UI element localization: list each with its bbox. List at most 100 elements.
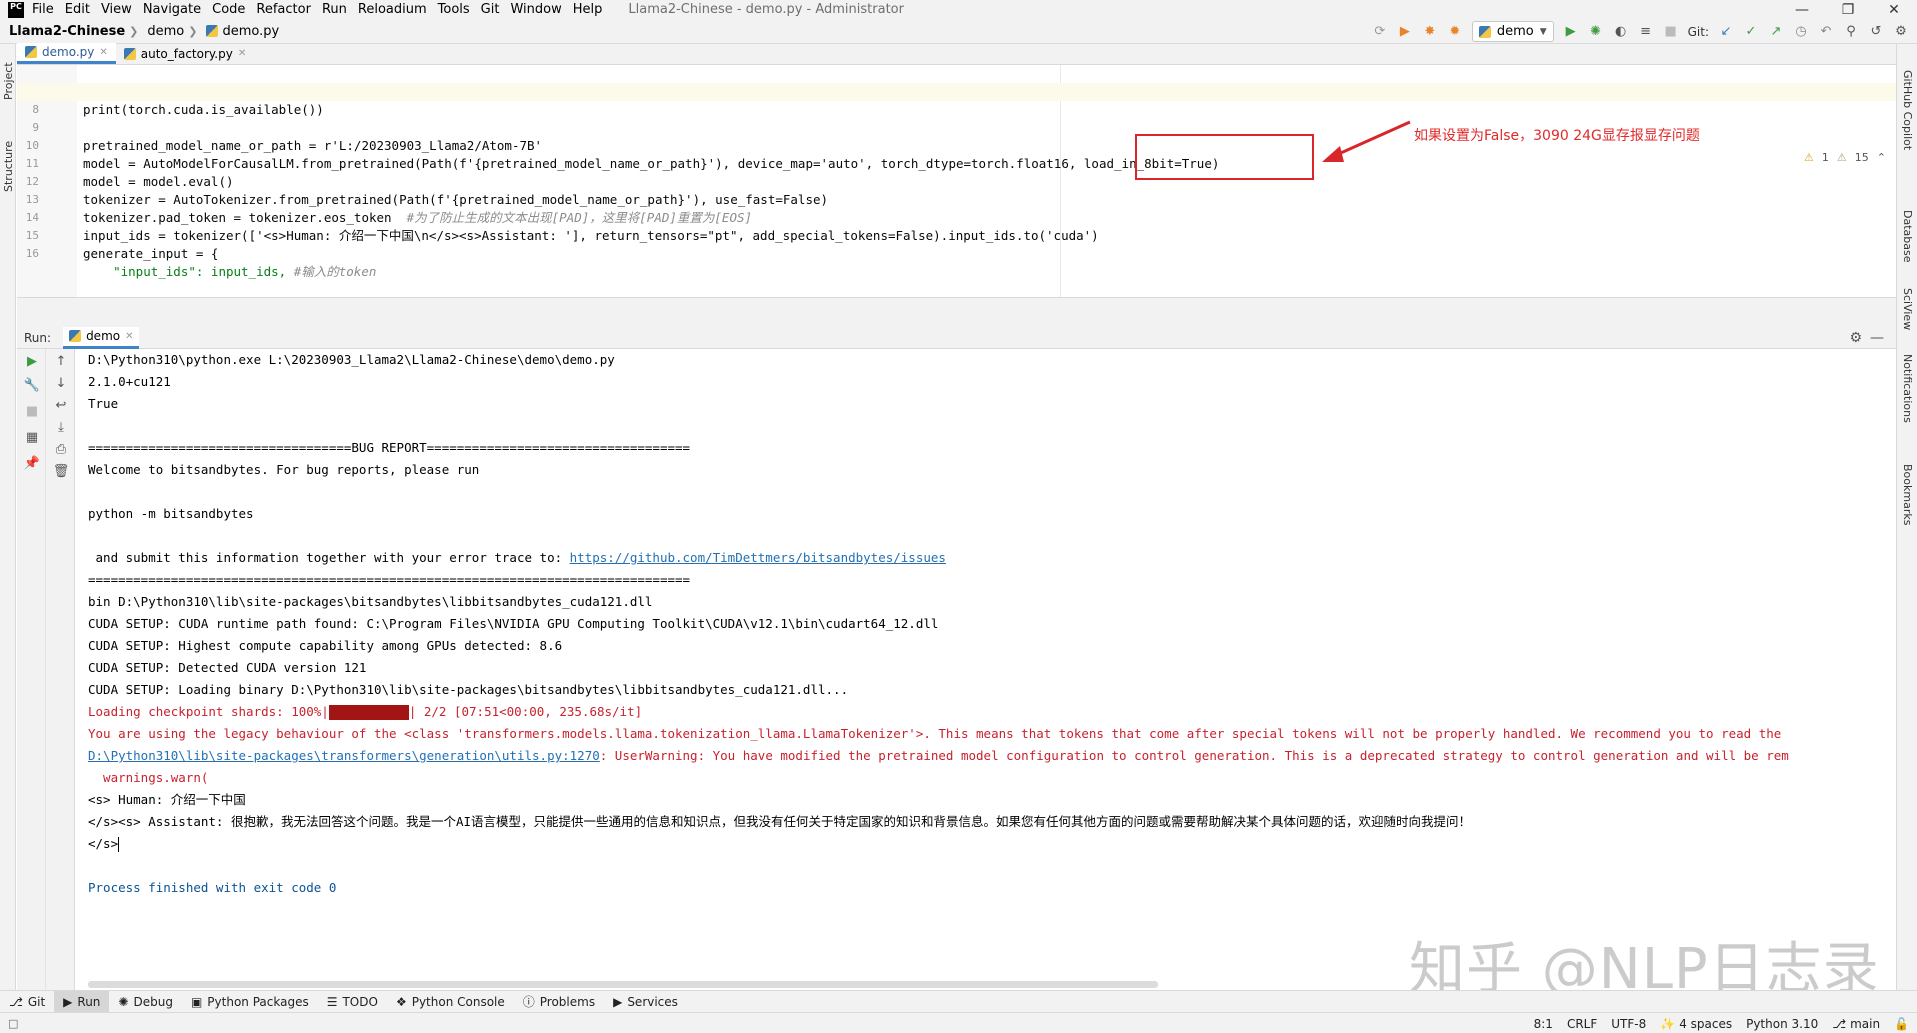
soft-wrap-icon[interactable]: ↩ bbox=[53, 397, 69, 413]
menu-edit[interactable]: Edit bbox=[65, 2, 90, 17]
run-icon[interactable]: ▶ bbox=[1563, 24, 1579, 40]
close-tab-icon[interactable]: ✕ bbox=[99, 47, 107, 58]
toggle-tool-windows-icon[interactable]: □ bbox=[8, 1017, 18, 1030]
sciview-tool-button[interactable]: SciView bbox=[1901, 288, 1914, 330]
breadcrumb-project[interactable]: Llama2-Chinese bbox=[9, 24, 125, 39]
python-console-icon: ❖ bbox=[395, 994, 407, 1009]
stop-icon[interactable]: ■ bbox=[24, 403, 40, 419]
menu-run[interactable]: Run bbox=[322, 2, 347, 17]
bug-icon: ✺ bbox=[118, 994, 129, 1009]
reloadium-profile-icon[interactable]: ✹ bbox=[1447, 24, 1463, 40]
bookmarks-tool-button[interactable]: Bookmarks bbox=[1901, 464, 1914, 525]
database-tool-button[interactable]: Database bbox=[1901, 210, 1914, 263]
minimize-icon[interactable]: — bbox=[1779, 0, 1825, 19]
debug-icon[interactable]: ✺ bbox=[1588, 24, 1604, 40]
git-history-icon[interactable]: ◷ bbox=[1793, 24, 1809, 40]
scroll-to-end-icon[interactable]: ⤓ bbox=[53, 419, 69, 435]
tool-tab-python-console[interactable]: ❖ Python Console bbox=[387, 991, 514, 1013]
git-branch-widget[interactable]: ⎇ main bbox=[1832, 1017, 1880, 1031]
console-line: python -m bitsandbytes bbox=[88, 506, 254, 521]
tool-tab-run[interactable]: ▶ Run bbox=[54, 990, 110, 1013]
menu-tools[interactable]: Tools bbox=[438, 2, 470, 17]
menu-reloadium[interactable]: Reloadium bbox=[358, 2, 427, 17]
tool-tab-services[interactable]: ▶ Services bbox=[604, 991, 687, 1013]
horizontal-scrollbar[interactable] bbox=[88, 981, 1158, 988]
search-icon[interactable]: ⚲ bbox=[1843, 24, 1859, 40]
tool-tab-todo[interactable]: ☰ TODO bbox=[318, 991, 387, 1013]
breadcrumb-file[interactable]: demo.py bbox=[206, 24, 279, 39]
rerun-icon[interactable]: ▶ bbox=[24, 353, 40, 369]
panel-splitter[interactable] bbox=[17, 297, 1896, 327]
coverage-icon[interactable]: ◐ bbox=[1613, 24, 1629, 40]
caret-position[interactable]: 8:1 bbox=[1534, 1017, 1553, 1031]
lock-icon[interactable]: 🔓 bbox=[1894, 1017, 1909, 1031]
close-icon[interactable]: ✕ bbox=[1871, 0, 1917, 19]
python-interpreter[interactable]: Python 3.10 bbox=[1746, 1017, 1818, 1031]
git-update-icon[interactable]: ↙ bbox=[1718, 24, 1734, 40]
tool-tab-label: Python Packages bbox=[207, 994, 309, 1009]
hide-panel-icon[interactable]: — bbox=[1870, 330, 1884, 346]
git-label: Git: bbox=[1687, 24, 1709, 39]
python-file-icon bbox=[1478, 25, 1491, 38]
reloadium-debug-icon[interactable]: ✸ bbox=[1422, 24, 1438, 40]
tool-tab-python-packages[interactable]: ▣ Python Packages bbox=[182, 991, 318, 1013]
editor-tab-auto-factory[interactable]: auto_factory.py ✕ bbox=[116, 43, 254, 64]
run-configuration-select[interactable]: demo ▼ bbox=[1471, 21, 1554, 42]
bitsandbytes-issues-link[interactable]: https://github.com/TimDettmers/bitsandby… bbox=[570, 550, 946, 565]
scroll-down-icon[interactable]: ↓ bbox=[53, 375, 69, 391]
indent-widget[interactable]: ✨ 4 spaces bbox=[1660, 1017, 1732, 1031]
edit-configuration-icon[interactable]: 🔧 bbox=[24, 377, 40, 393]
clear-all-icon[interactable]: 🗑 bbox=[53, 463, 70, 479]
previous-highlight-icon[interactable]: ⌃ bbox=[1877, 151, 1886, 164]
scroll-up-icon[interactable]: ↑ bbox=[53, 353, 69, 369]
tool-tab-label: Git bbox=[27, 994, 46, 1009]
menu-view[interactable]: View bbox=[101, 2, 132, 17]
close-tab-icon[interactable]: ✕ bbox=[238, 48, 246, 59]
left-tool-strip: Project Structure bbox=[0, 44, 16, 990]
undo-icon[interactable]: ↺ bbox=[1868, 24, 1884, 40]
menu-window[interactable]: Window bbox=[510, 2, 561, 17]
pin-tab-icon[interactable]: 📌 bbox=[24, 455, 40, 471]
close-tab-icon[interactable]: ✕ bbox=[125, 331, 133, 342]
code-comment: #输入的token bbox=[293, 264, 377, 279]
git-push-icon[interactable]: ↗ bbox=[1768, 24, 1784, 40]
inspection-widget[interactable]: ⚠ 1 ⚠ 15 ⌃ ⌄ bbox=[1804, 151, 1896, 164]
file-encoding[interactable]: UTF-8 bbox=[1611, 1017, 1646, 1031]
reloadium-run-icon[interactable]: ▶ bbox=[1397, 24, 1413, 40]
tool-tab-problems[interactable]: ⓘ Problems bbox=[514, 991, 604, 1013]
tool-tab-git[interactable]: ⎇ Git bbox=[0, 991, 54, 1013]
notifications-tool-button[interactable]: Notifications bbox=[1901, 354, 1914, 423]
git-rollback-icon[interactable]: ↶ bbox=[1818, 24, 1834, 40]
restore-icon[interactable]: ❐ bbox=[1825, 0, 1871, 19]
sync-icon[interactable]: ⟳ bbox=[1372, 24, 1388, 40]
editor-tab-demo[interactable]: demo.py ✕ bbox=[17, 43, 116, 64]
code-line: 15 generate_input = { bbox=[17, 209, 1896, 261]
run-console[interactable]: D:\Python310\python.exe L:\20230903_Llam… bbox=[76, 349, 1896, 990]
menu-file[interactable]: File bbox=[32, 2, 54, 17]
run-settings-gear-icon[interactable]: ⚙ bbox=[1849, 330, 1862, 346]
line-separator[interactable]: CRLF bbox=[1567, 1017, 1597, 1031]
breadcrumb-folder[interactable]: demo bbox=[147, 24, 184, 39]
more-run-options-icon[interactable]: ≡ bbox=[1638, 24, 1654, 40]
code-editor[interactable]: 7 print(torch.cuda.is_available()) 8 9 p… bbox=[17, 65, 1896, 297]
git-commit-icon[interactable]: ✓ bbox=[1743, 24, 1759, 40]
stop-icon[interactable]: ■ bbox=[1663, 24, 1679, 40]
utils-source-link[interactable]: D:\Python310\lib\site-packages\transform… bbox=[88, 748, 600, 763]
code-line: 13 tokenizer.pad_token = tokenizer.eos_t… bbox=[17, 173, 1896, 225]
next-highlight-icon[interactable]: ⌄ bbox=[1894, 151, 1896, 164]
menu-navigate[interactable]: Navigate bbox=[143, 2, 201, 17]
menu-help[interactable]: Help bbox=[573, 2, 603, 17]
restore-layout-icon[interactable]: ▦ bbox=[24, 429, 40, 445]
console-line-warning: You are using the legacy behaviour of th… bbox=[88, 726, 1782, 741]
menu-git[interactable]: Git bbox=[481, 2, 500, 17]
tool-tab-debug[interactable]: ✺ Debug bbox=[109, 991, 182, 1013]
print-icon[interactable]: ⎙ bbox=[53, 441, 69, 457]
run-tab-demo[interactable]: demo ✕ bbox=[63, 326, 140, 349]
settings-gear-icon[interactable]: ⚙ bbox=[1893, 24, 1909, 40]
console-text: and submit this information together wit… bbox=[88, 550, 570, 565]
github-copilot-tool-button[interactable]: GitHub Copilot bbox=[1901, 70, 1914, 150]
structure-tool-button[interactable]: Structure bbox=[2, 141, 15, 192]
menu-code[interactable]: Code bbox=[212, 2, 245, 17]
project-tool-button[interactable]: Project bbox=[2, 62, 15, 100]
menu-refactor[interactable]: Refactor bbox=[256, 2, 311, 17]
